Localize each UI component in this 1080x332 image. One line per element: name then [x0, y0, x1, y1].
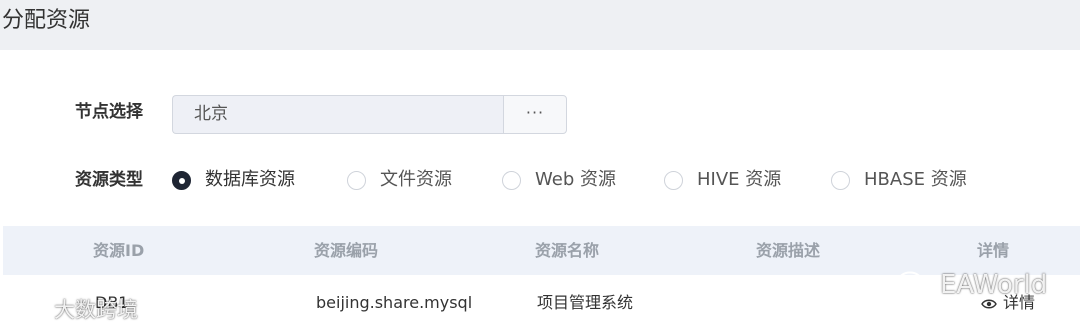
- cell-resource-name: 项目管理系统: [537, 293, 634, 312]
- radio-hbase-resource[interactable]: HBASE 资源: [831, 166, 967, 194]
- table-header: 资源ID 资源编码 资源名称 资源描述 详情: [3, 226, 1080, 275]
- column-header-detail: 详情: [977, 241, 1010, 260]
- node-select-label: 节点选择: [75, 102, 143, 122]
- radio-label: HIVE 资源: [697, 169, 782, 190]
- node-select-input[interactable]: 北京: [172, 95, 503, 134]
- column-header-resource-name: 资源名称: [535, 241, 600, 260]
- radio-checked-icon[interactable]: [172, 170, 191, 190]
- watermark-right: EAWorld: [896, 270, 1047, 300]
- radio-web-resource[interactable]: Web 资源: [502, 166, 616, 194]
- radio-unchecked-icon[interactable]: [502, 170, 521, 190]
- resource-type-label: 资源类型: [75, 170, 143, 190]
- radio-label: 数据库资源: [205, 169, 295, 190]
- wechat-icon: [897, 271, 932, 298]
- radio-database-resource[interactable]: 数据库资源: [172, 166, 295, 194]
- radio-unchecked-icon[interactable]: [347, 170, 366, 190]
- column-header-resource-description: 资源描述: [756, 241, 821, 260]
- node-select-more-button[interactable]: ···: [503, 95, 567, 134]
- radio-unchecked-icon[interactable]: [664, 170, 683, 190]
- watermark-logo-icon: [9, 299, 45, 319]
- watermark-left-text: 大数跨境: [54, 298, 138, 322]
- page-header: 分配资源: [0, 0, 1080, 50]
- radio-file-resource[interactable]: 文件资源: [347, 166, 452, 194]
- watermark-left: 大数跨境: [8, 294, 138, 324]
- radio-hive-resource[interactable]: HIVE 资源: [664, 166, 781, 194]
- radio-label: HBASE 资源: [864, 169, 967, 190]
- column-header-resource-code: 资源编码: [314, 241, 379, 260]
- radio-label: 文件资源: [380, 169, 452, 190]
- radio-unchecked-icon[interactable]: [831, 170, 850, 190]
- radio-label: Web 资源: [535, 169, 616, 190]
- cell-resource-code: beijing.share.mysql: [316, 293, 473, 312]
- watermark-right-text: EAWorld: [940, 270, 1048, 300]
- page-title: 分配资源: [2, 8, 91, 33]
- column-header-resource-id: 资源ID: [93, 241, 145, 260]
